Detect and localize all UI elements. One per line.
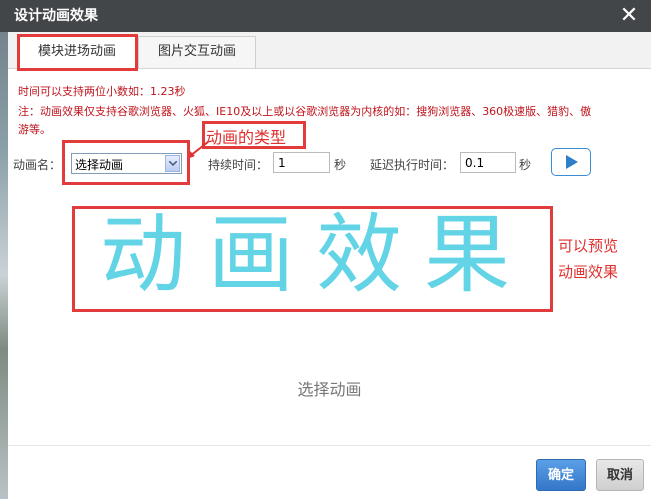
chevron-down-icon[interactable] [165,155,180,172]
animation-select-value: 选择动画 [75,158,124,172]
annotation-preview-1: 可以预览 [558,237,619,255]
close-icon[interactable]: ✕ [617,3,641,29]
animation-name-label: 动画名： [13,158,62,172]
duration-input[interactable] [273,152,330,173]
delay-label: 延迟执行时间： [370,158,455,172]
tab-bar: 模块进场动画 图片交互动画 [8,32,651,69]
annotation-animation-type: 动画的类型 [206,128,287,147]
selected-animation-name: 选择动画 [297,380,362,399]
footer-divider [8,445,651,446]
play-icon [566,155,578,169]
preview-animation-text: 动画效果 [100,205,532,305]
delay-input[interactable] [460,152,516,173]
animation-dialog: 设计动画效果 ✕ 模块进场动画 图片交互动画 时间可以支持两位小数如：1.23秒… [0,0,651,499]
duration-label: 持续时间： [208,158,269,172]
annotation-preview-2: 动画效果 [558,263,619,281]
duration-unit: 秒 [334,158,347,172]
dialog-body: 模块进场动画 图片交互动画 时间可以支持两位小数如：1.23秒 注：动画效果仅支… [8,32,651,499]
tab-entrance-animation[interactable]: 模块进场动画 [18,36,136,69]
play-preview-button[interactable] [551,148,591,176]
tab-image-interaction[interactable]: 图片交互动画 [138,36,256,68]
delay-unit: 秒 [519,158,532,172]
cancel-button[interactable]: 取消 [596,459,644,491]
note-browser-support: 注：动画效果仅支持谷歌浏览器、火狐、IE10及以上或以谷歌浏览器为内核的如：搜狗… [18,105,592,118]
note-browser-support-cont: 游等。 [18,123,51,136]
dialog-title: 设计动画效果 [14,8,98,24]
note-decimal-time: 时间可以支持两位小数如：1.23秒 [18,85,186,98]
dialog-titlebar: 设计动画效果 ✕ [0,0,651,32]
animation-select[interactable]: 选择动画 [71,153,182,174]
confirm-button[interactable]: 确定 [536,459,586,491]
